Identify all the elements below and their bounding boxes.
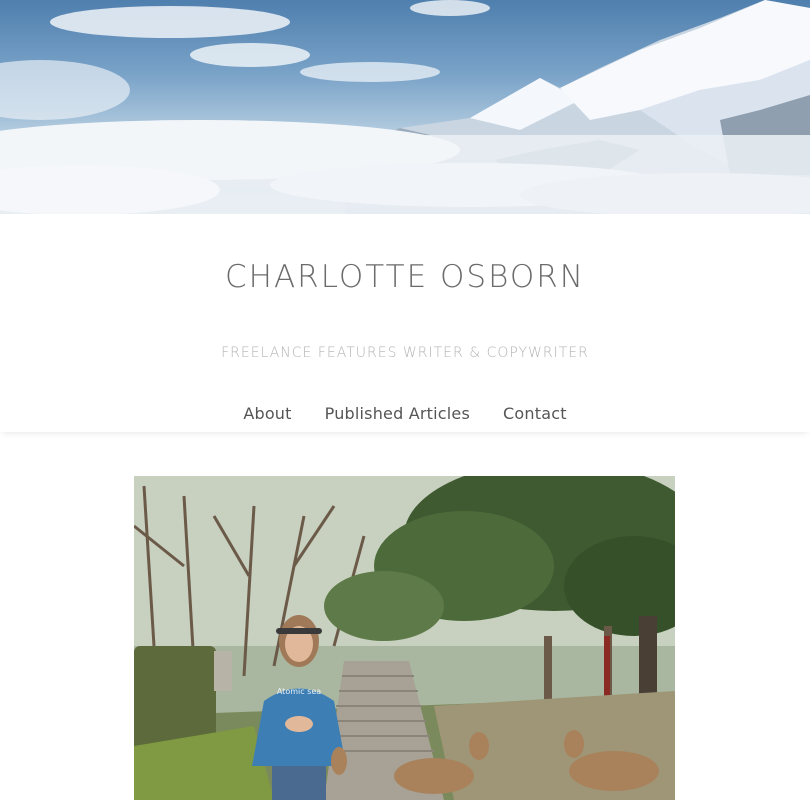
nav-link-about[interactable]: About	[243, 404, 291, 423]
site-header: CHARLOTTE OSBORN FREELANCE FEATURES WRIT…	[0, 214, 810, 432]
primary-nav: About Published Articles Contact	[0, 404, 810, 423]
nav-link-contact[interactable]: Contact	[503, 404, 567, 423]
featured-image: Atomic sea	[134, 476, 675, 800]
hero-banner-image	[0, 0, 810, 214]
park-photo-illustration: Atomic sea	[134, 476, 675, 800]
mountain-illustration	[0, 0, 810, 214]
page: CHARLOTTE OSBORN FREELANCE FEATURES WRIT…	[0, 0, 810, 800]
nav-link-published-articles[interactable]: Published Articles	[325, 404, 470, 423]
sweatshirt-print: Atomic sea	[277, 687, 321, 696]
site-title[interactable]: CHARLOTTE OSBORN	[0, 259, 810, 295]
site-tagline: FREELANCE FEATURES WRITER & COPYWRITER	[221, 345, 589, 361]
